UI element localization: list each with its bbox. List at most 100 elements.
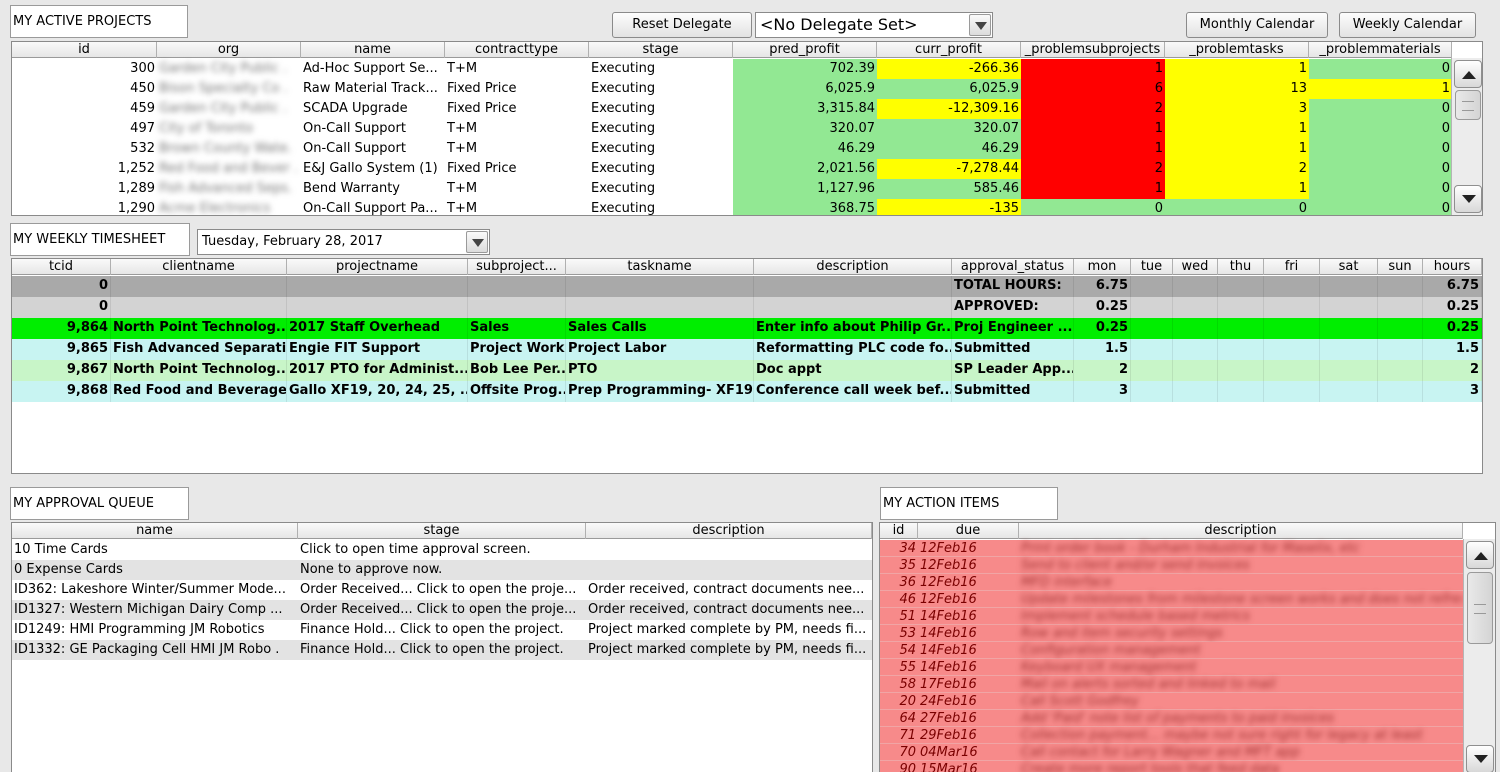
column-header[interactable]: pred_profit bbox=[733, 42, 877, 58]
column-header[interactable]: mon bbox=[1074, 259, 1131, 275]
table-row[interactable]: 459 Garden City Public . SCADA Upgrade Fixe… bbox=[12, 99, 1452, 119]
scroll-up-icon[interactable] bbox=[1454, 60, 1482, 88]
list-item[interactable]: 58 17Feb16 Mail on alerts sorted and linke… bbox=[880, 676, 1463, 693]
column-header[interactable]: id bbox=[12, 42, 157, 58]
column-header[interactable]: description bbox=[1019, 523, 1463, 539]
table-row[interactable]: 9,867 North Point Technolog... 2017 PTO fo… bbox=[12, 360, 1482, 381]
list-item[interactable]: 46 12Feb16 Update milestones from mileston… bbox=[880, 591, 1463, 608]
list-item[interactable]: 55 14Feb16 Keyboard UX management bbox=[880, 659, 1463, 676]
timesheet-tcid-cell: 0 bbox=[12, 276, 111, 297]
column-header[interactable]: description bbox=[586, 523, 872, 539]
action-due-cell: 14Feb16 bbox=[920, 660, 977, 675]
column-header[interactable]: sat bbox=[1320, 259, 1378, 275]
column-header[interactable]: thu bbox=[1218, 259, 1264, 275]
list-item[interactable]: 90 15Mar16 Create more report tools that f… bbox=[880, 761, 1463, 772]
approval-stage-cell: Finance Hold... Click to open the projec… bbox=[300, 622, 564, 637]
column-header[interactable]: _problemtasks bbox=[1165, 42, 1309, 58]
weekly-calendar-button[interactable]: Weekly Calendar bbox=[1339, 12, 1476, 38]
list-item[interactable]: 36 12Feb16 MFD interface bbox=[880, 574, 1463, 591]
chevron-down-icon[interactable] bbox=[969, 14, 991, 36]
project-name-cell: On-Call Support bbox=[303, 121, 406, 136]
column-header[interactable]: stage bbox=[298, 523, 586, 539]
timesheet-status-cell: Submitted bbox=[952, 339, 1074, 360]
column-header[interactable]: sun bbox=[1378, 259, 1423, 275]
list-item[interactable]: 0 Expense Cards None to approve now. bbox=[12, 560, 872, 580]
table-row[interactable]: 497 City of Toronto On-Call Support T+M Exec… bbox=[12, 119, 1452, 139]
list-item[interactable]: ID1327: Western Michigan Dairy Comp ... O… bbox=[12, 600, 872, 620]
table-row[interactable]: 1,252 Red Food and Bever . E&J Gallo Syste… bbox=[12, 159, 1452, 179]
scroll-thumb[interactable] bbox=[1455, 90, 1481, 120]
empty-day-cell bbox=[1320, 276, 1378, 297]
list-item[interactable]: 34 12Feb16 Print order book - Durham Indus… bbox=[880, 540, 1463, 557]
column-header[interactable]: name bbox=[12, 523, 298, 539]
list-item[interactable]: ID1332: GE Packaging Cell HMI JM Robo . F… bbox=[12, 640, 872, 660]
actions-scrollbar[interactable] bbox=[1463, 539, 1495, 772]
list-item[interactable]: 71 29Feb16 Collection payment... maybe not… bbox=[880, 727, 1463, 744]
table-row[interactable]: 532 Brown County Wate. On-Call Support T+M E… bbox=[12, 139, 1452, 159]
action-desc-cell: MFD interface bbox=[1021, 575, 1112, 590]
project-pred-cell: 320.07 bbox=[733, 119, 877, 139]
project-ptask-cell: 1 bbox=[1165, 59, 1309, 79]
projects-scrollbar[interactable] bbox=[1451, 58, 1482, 215]
table-row[interactable]: 9,865 Fish Advanced Separati... Engie FIT … bbox=[12, 339, 1482, 360]
timesheet-sub-cell: Project Work bbox=[468, 339, 566, 360]
action-id-cell: 53 bbox=[899, 626, 916, 641]
table-row[interactable]: 450 Bison Specialty Co . Raw Material Trac… bbox=[12, 79, 1452, 99]
column-header[interactable]: org bbox=[157, 42, 301, 58]
scroll-down-icon[interactable] bbox=[1454, 185, 1482, 213]
reset-delegate-button[interactable]: Reset Delegate bbox=[612, 12, 752, 38]
column-header[interactable]: id bbox=[880, 523, 918, 539]
column-header[interactable]: tcid bbox=[12, 259, 111, 275]
timesheet-date-select[interactable]: Tuesday, February 28, 2017 bbox=[197, 229, 490, 255]
column-header[interactable]: taskname bbox=[566, 259, 754, 275]
project-pred-cell: 6,025.9 bbox=[733, 79, 877, 99]
column-header[interactable]: clientname bbox=[111, 259, 287, 275]
column-header[interactable]: curr_profit bbox=[877, 42, 1021, 58]
column-header[interactable]: tue bbox=[1131, 259, 1173, 275]
column-header[interactable]: subproject... bbox=[468, 259, 566, 275]
column-header[interactable]: fri bbox=[1264, 259, 1320, 275]
list-item[interactable]: 10 Time Cards Click to open time approval… bbox=[12, 540, 872, 560]
list-item[interactable]: 53 14Feb16 Row and item security settings bbox=[880, 625, 1463, 642]
column-header[interactable]: projectname bbox=[287, 259, 468, 275]
list-item[interactable]: 70 04Mar16 Call contact for Larry Wagner a… bbox=[880, 744, 1463, 761]
list-item[interactable]: 54 14Feb16 Configuration management bbox=[880, 642, 1463, 659]
table-row[interactable]: 0 TOTAL HOURS: 6.75 6.75 bbox=[12, 276, 1482, 297]
column-header[interactable]: _problemsubprojects bbox=[1021, 42, 1165, 58]
column-header[interactable]: stage bbox=[589, 42, 733, 58]
table-row[interactable]: 1,290 Acme Electronics On-Call Support Pa.… bbox=[12, 199, 1452, 215]
chevron-down-icon[interactable] bbox=[466, 231, 488, 253]
column-header[interactable]: description bbox=[754, 259, 952, 275]
approval-desc-cell bbox=[586, 560, 872, 580]
monthly-calendar-button[interactable]: Monthly Calendar bbox=[1186, 12, 1328, 38]
column-header[interactable]: due bbox=[918, 523, 1019, 539]
column-header[interactable]: contracttype bbox=[445, 42, 589, 58]
list-item[interactable]: 35 12Feb16 Send to client and/or send invo… bbox=[880, 557, 1463, 574]
table-row[interactable]: 9,864 North Point Technolog... 2017 Staff … bbox=[12, 318, 1482, 339]
delegate-select[interactable]: <No Delegate Set> bbox=[755, 12, 993, 38]
scroll-up-icon[interactable] bbox=[1466, 541, 1494, 569]
project-name-cell: SCADA Upgrade bbox=[303, 101, 408, 116]
table-row[interactable]: 1,289 Fish Advanced Seps. Bend Warranty T+M… bbox=[12, 179, 1452, 199]
column-header[interactable]: approval_status bbox=[952, 259, 1074, 275]
list-item[interactable]: ID1249: HMI Programming JM Robotics Finan… bbox=[12, 620, 872, 640]
timesheet-mon-cell: 1.5 bbox=[1074, 339, 1131, 360]
project-name-cell: E&J Gallo System (1) bbox=[303, 161, 438, 176]
table-row[interactable]: 300 Garden City Public . Ad-Hoc Support Se… bbox=[12, 59, 1452, 79]
table-row[interactable]: 9,868 Red Food and Beverage Gallo XF19, 20… bbox=[12, 381, 1482, 402]
scroll-down-icon[interactable] bbox=[1466, 745, 1494, 772]
project-org-cell: Bison Specialty Co . bbox=[159, 81, 288, 96]
empty-day-cell bbox=[1218, 276, 1264, 297]
column-header[interactable]: wed bbox=[1173, 259, 1218, 275]
column-header[interactable]: _problemmaterials bbox=[1309, 42, 1452, 58]
project-pred-cell: 2,021.56 bbox=[733, 159, 877, 179]
scroll-thumb[interactable] bbox=[1467, 572, 1493, 644]
empty-day-cell bbox=[1173, 360, 1218, 381]
list-item[interactable]: 20 24Feb16 Call Scott Godfrey bbox=[880, 693, 1463, 710]
list-item[interactable]: ID362: Lakeshore Winter/Summer Mode... Or… bbox=[12, 580, 872, 600]
column-header[interactable]: name bbox=[301, 42, 445, 58]
list-item[interactable]: 51 14Feb16 Implement schedule based metric… bbox=[880, 608, 1463, 625]
column-header[interactable]: hours bbox=[1423, 259, 1482, 275]
table-row[interactable]: 0 APPROVED: 0.25 0.25 bbox=[12, 297, 1482, 318]
list-item[interactable]: 64 27Feb16 Add 'Paid' note list of payment… bbox=[880, 710, 1463, 727]
